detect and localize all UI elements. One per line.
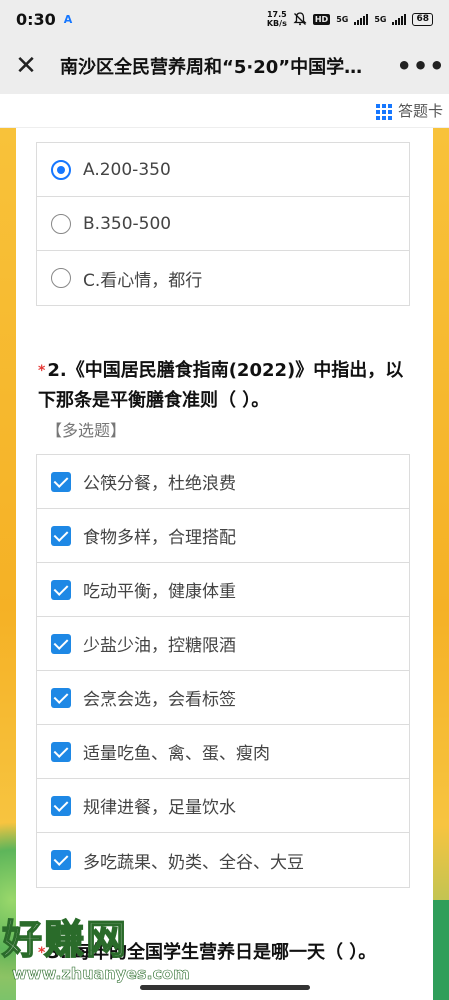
checkbox-checked-icon <box>51 795 71 816</box>
option-label: 食物多样，合理搭配 <box>83 528 236 548</box>
option-label: 公筷分餐，杜绝浪费 <box>83 474 236 494</box>
question1-option-b[interactable]: B.350-500 <box>37 197 409 251</box>
option-label: B.350-500 <box>83 213 172 234</box>
question1-option-a[interactable]: A.200-350 <box>37 143 409 197</box>
question2-option-3[interactable]: 吃动平衡，健康体重 <box>37 563 409 617</box>
status-time: 0:30 <box>16 9 56 29</box>
more-icon: ••• <box>396 52 446 80</box>
battery-icon: 68 <box>412 12 433 26</box>
question2-type: 【多选题】 <box>46 421 127 440</box>
option-label: 多吃蔬果、奶类、全谷、大豆 <box>83 852 304 873</box>
checkbox-checked-icon <box>51 579 71 600</box>
more-button[interactable]: ••• <box>393 38 449 94</box>
network-speed: 17.5 KB/s <box>266 10 287 28</box>
status-indicators: 17.5 KB/s HD 5G 5G 68 <box>267 10 433 28</box>
checkbox-checked-icon <box>51 471 71 492</box>
question2-option-8[interactable]: 多吃蔬果、奶类、全谷、大豆 <box>37 833 409 887</box>
option-label: A.200-350 <box>83 159 171 180</box>
question1-option-c[interactable]: C.看心情，都行 <box>37 251 409 305</box>
status-bar: 0:30 A 17.5 KB/s HD 5G 5G 68 <box>0 0 449 38</box>
watermark-url: www.zhuanyes.com <box>12 964 190 984</box>
option-label: 少盐少油，控糖限酒 <box>83 636 236 656</box>
home-indicator[interactable] <box>140 985 310 990</box>
close-button[interactable]: ✕ <box>0 38 52 94</box>
option-label: 会烹会选，会看标签 <box>83 690 236 710</box>
option-label: 规律进餐，足量饮水 <box>83 798 236 818</box>
option-label: 吃动平衡，健康体重 <box>83 582 236 602</box>
watermark-logo: 好赚网 <box>1 917 128 963</box>
checkbox-checked-icon <box>51 850 71 870</box>
answer-card-bar: 答题卡 <box>0 94 449 128</box>
question2-option-4[interactable]: 少盐少油，控糖限酒 <box>37 617 409 671</box>
title-bar: ✕ 南沙区全民营养周和“5·20”中国学… ••• <box>0 38 449 94</box>
radio-unselected-icon <box>51 213 71 234</box>
signal-icon <box>354 13 369 25</box>
checkbox-checked-icon <box>51 741 71 762</box>
question2-option-5[interactable]: 会烹会选，会看标签 <box>37 671 409 725</box>
question2-option-2[interactable]: 食物多样，合理搭配 <box>37 509 409 563</box>
question2-option-6[interactable]: 适量吃鱼、禽、蛋、瘦肉 <box>37 725 409 779</box>
checkbox-checked-icon <box>51 687 71 708</box>
survey-panel: A.200-350 B.350-500 C.看心情，都行 * 2.《中国居民膳食指… <box>16 128 433 1000</box>
option-label: 适量吃鱼、禽、蛋、瘦肉 <box>83 744 270 764</box>
close-icon: ✕ <box>15 51 37 81</box>
network-label-1: 5G <box>336 14 349 24</box>
question1-options: A.200-350 B.350-500 C.看心情，都行 <box>36 142 410 306</box>
page-title: 南沙区全民营养周和“5·20”中国学… <box>60 57 363 78</box>
checkbox-checked-icon <box>51 633 71 654</box>
radio-selected-icon <box>51 159 71 180</box>
question2-options: 公筷分餐，杜绝浪费 食物多样，合理搭配 吃动平衡，健康体重 少盐少油，控糖限酒 … <box>36 454 410 888</box>
app-notification-icon: A <box>63 12 73 26</box>
required-mark: * <box>38 363 46 379</box>
hd-badge: HD <box>312 13 331 25</box>
option-label: C.看心情，都行 <box>83 270 203 291</box>
mute-bell-icon <box>293 12 307 26</box>
network-label-2: 5G <box>374 14 387 24</box>
answer-card-label: 答题卡 <box>397 102 443 120</box>
radio-unselected-icon <box>51 268 71 288</box>
checkbox-checked-icon <box>51 525 71 546</box>
question2-option-1[interactable]: 公筷分餐，杜绝浪费 <box>37 455 409 509</box>
question2-option-7[interactable]: 规律进餐，足量饮水 <box>37 779 409 833</box>
answer-card-button[interactable]: 答题卡 <box>375 100 443 121</box>
grid-icon <box>375 103 392 120</box>
signal-icon-2 <box>392 13 407 25</box>
question2-title: * 2.《中国居民膳食指南(2022)》中指出，以下那条是平衡膳食准则（ ）。 <box>38 360 404 411</box>
